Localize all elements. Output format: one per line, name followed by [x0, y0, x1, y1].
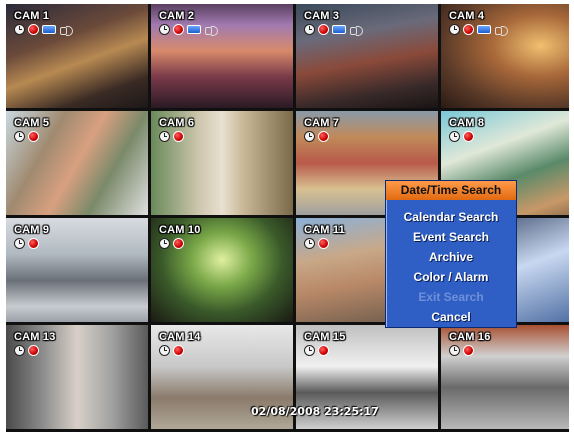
- camera-status-icons: [304, 238, 329, 249]
- clock-icon: [449, 345, 460, 356]
- audio-icon: [204, 25, 218, 36]
- camera-label: CAM 5: [14, 117, 50, 129]
- menu-item-date-time-search[interactable]: Date/Time Search: [386, 181, 516, 200]
- camera-tile-4[interactable]: CAM 4: [441, 4, 569, 108]
- camera-status-icons: [159, 24, 218, 36]
- status-datetime: 02/08/2008 23:25:17: [251, 405, 379, 418]
- clock-icon: [14, 345, 25, 356]
- dvr-screen: CAM 1 CAM 2 CAM 3 CAM 4 CAM 5 CAM 6 CAM …: [6, 4, 569, 432]
- menu-item-cancel[interactable]: Cancel: [386, 308, 516, 327]
- clock-icon: [304, 238, 315, 249]
- clock-icon: [304, 345, 315, 356]
- menu-item-event-search[interactable]: Event Search: [386, 228, 516, 247]
- record-icon: [173, 24, 184, 35]
- camera-label: CAM 13: [14, 331, 56, 343]
- record-icon: [318, 345, 329, 356]
- camera-label: CAM 9: [14, 224, 50, 236]
- camera-label: CAM 10: [159, 224, 201, 236]
- camera-status-icons: [159, 345, 184, 356]
- clock-icon: [14, 131, 25, 142]
- clock-icon: [14, 238, 25, 249]
- camera-label: CAM 11: [304, 224, 345, 236]
- camera-tile-1[interactable]: CAM 1: [6, 4, 148, 108]
- clock-icon: [159, 24, 170, 35]
- camera-tile-2[interactable]: CAM 2: [151, 4, 293, 108]
- camera-tile-13[interactable]: CAM 13: [6, 325, 148, 429]
- record-icon: [173, 345, 184, 356]
- camera-label: CAM 2: [159, 10, 195, 22]
- camera-label: CAM 14: [159, 331, 201, 343]
- menu-item-exit-search: Exit Search: [418, 290, 484, 304]
- camera-tile-3[interactable]: CAM 3: [296, 4, 438, 108]
- camera-label: CAM 3: [304, 10, 340, 22]
- camera-label: CAM 8: [449, 117, 485, 129]
- camera-tile-5[interactable]: CAM 5: [6, 111, 148, 215]
- clock-icon: [159, 345, 170, 356]
- audio-icon: [494, 25, 508, 36]
- record-icon: [28, 131, 39, 142]
- clock-icon: [14, 24, 25, 35]
- record-icon: [28, 345, 39, 356]
- motion-icon: [187, 25, 201, 34]
- record-icon: [463, 24, 474, 35]
- camera-label: CAM 4: [449, 10, 485, 22]
- record-icon: [318, 238, 329, 249]
- camera-tile-9[interactable]: CAM 9: [6, 218, 148, 322]
- record-icon: [28, 24, 39, 35]
- camera-status-icons: [449, 24, 508, 36]
- record-icon: [463, 345, 474, 356]
- clock-icon: [159, 131, 170, 142]
- camera-status-icons: [449, 345, 474, 356]
- record-icon: [28, 238, 39, 249]
- camera-label: CAM 7: [304, 117, 340, 129]
- camera-label: CAM 16: [449, 331, 491, 343]
- camera-status-icons: [14, 24, 73, 36]
- camera-label: CAM 15: [304, 331, 346, 343]
- camera-status-icons: [159, 238, 184, 249]
- clock-icon: [449, 131, 460, 142]
- camera-label: CAM 1: [14, 10, 50, 22]
- camera-status-icons: [14, 131, 39, 142]
- menu-item-calendar-search[interactable]: Calendar Search: [386, 208, 516, 227]
- record-icon: [173, 131, 184, 142]
- clock-icon: [159, 238, 170, 249]
- camera-tile-16[interactable]: CAM 16: [441, 325, 569, 429]
- camera-status-icons: [14, 345, 39, 356]
- record-icon: [318, 24, 329, 35]
- audio-icon: [349, 25, 363, 36]
- clock-icon: [304, 24, 315, 35]
- search-menu: Date/Time Search Calendar Search Event S…: [385, 180, 517, 328]
- record-icon: [318, 131, 329, 142]
- motion-icon: [332, 25, 346, 34]
- camera-status-icons: [449, 131, 474, 142]
- camera-status-icons: [159, 131, 184, 142]
- camera-status-icons: [14, 238, 39, 249]
- menu-item-color-alarm[interactable]: Color / Alarm: [386, 268, 516, 287]
- record-icon: [463, 131, 474, 142]
- camera-label: CAM 6: [159, 117, 195, 129]
- camera-status-icons: [304, 345, 329, 356]
- audio-icon: [59, 25, 73, 36]
- clock-icon: [304, 131, 315, 142]
- camera-tile-10[interactable]: CAM 10: [151, 218, 293, 322]
- motion-icon: [477, 25, 491, 34]
- camera-status-icons: [304, 24, 363, 36]
- menu-item-archive[interactable]: Archive: [386, 248, 516, 267]
- record-icon: [173, 238, 184, 249]
- camera-tile-6[interactable]: CAM 6: [151, 111, 293, 215]
- clock-icon: [449, 24, 460, 35]
- motion-icon: [42, 25, 56, 34]
- camera-status-icons: [304, 131, 329, 142]
